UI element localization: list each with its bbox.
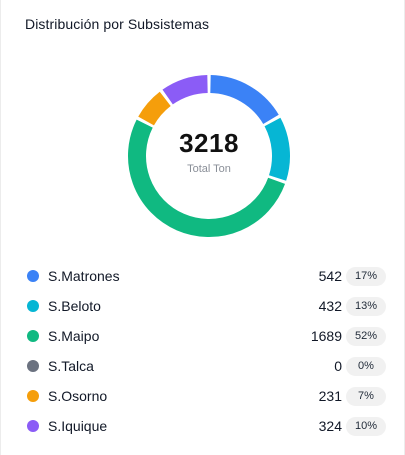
legend-row-talca: S.Talca 0 0%: [25, 351, 386, 381]
distribution-card: Distribución por Subsistemas 3218 Total …: [0, 0, 405, 455]
legend-label: S.Matrones: [48, 268, 120, 284]
donut-slice-iquique: [162, 75, 209, 105]
legend-label: S.Iquique: [48, 418, 108, 434]
legend-value: 324: [318, 418, 342, 434]
donut-slice-osorno: [138, 91, 171, 126]
legend-dot-matrones: [27, 270, 39, 282]
legend-percent-badge: 52%: [346, 326, 386, 346]
legend-percent-badge: 13%: [346, 296, 386, 316]
legend-row-beloto: S.Beloto 432 13%: [25, 291, 386, 321]
legend-row-matrones: S.Matrones 542 17%: [25, 261, 386, 291]
legend-value: 0: [334, 358, 342, 374]
legend-percent-badge: 17%: [346, 266, 386, 286]
legend-dot-osorno: [27, 390, 39, 402]
donut-slice-matrones: [209, 75, 279, 125]
legend-row-osorno: S.Osorno 231 7%: [25, 381, 386, 411]
legend-percent-badge: 7%: [346, 386, 386, 406]
legend-value: 231: [318, 388, 342, 404]
legend-value: 542: [318, 268, 342, 284]
legend-row-iquique: S.Iquique 324 10%: [25, 411, 386, 441]
legend-percent-badge: 0%: [346, 356, 386, 376]
legend-value: 1689: [310, 328, 342, 344]
total-label: Total Ton: [187, 163, 231, 175]
legend-row-maipo: S.Maipo 1689 52%: [25, 321, 386, 351]
legend-value: 432: [318, 298, 342, 314]
legend-dot-iquique: [27, 420, 39, 432]
legend-percent-badge: 10%: [346, 416, 386, 436]
legend-label: S.Beloto: [48, 298, 101, 314]
legend-label: S.Osorno: [48, 388, 108, 404]
legend-dot-talca: [27, 360, 39, 372]
total-value: 3218: [179, 128, 239, 158]
legend-dot-beloto: [27, 300, 39, 312]
card-title: Distribución por Subsistemas: [25, 16, 210, 32]
legend-label: S.Maipo: [48, 328, 100, 344]
donut-chart: 3218 Total Ton: [119, 66, 299, 246]
legend-list: S.Matrones 542 17% S.Beloto 432 13% S.Ma…: [25, 261, 386, 441]
legend-dot-maipo: [27, 330, 39, 342]
legend-label: S.Talca: [48, 358, 94, 374]
